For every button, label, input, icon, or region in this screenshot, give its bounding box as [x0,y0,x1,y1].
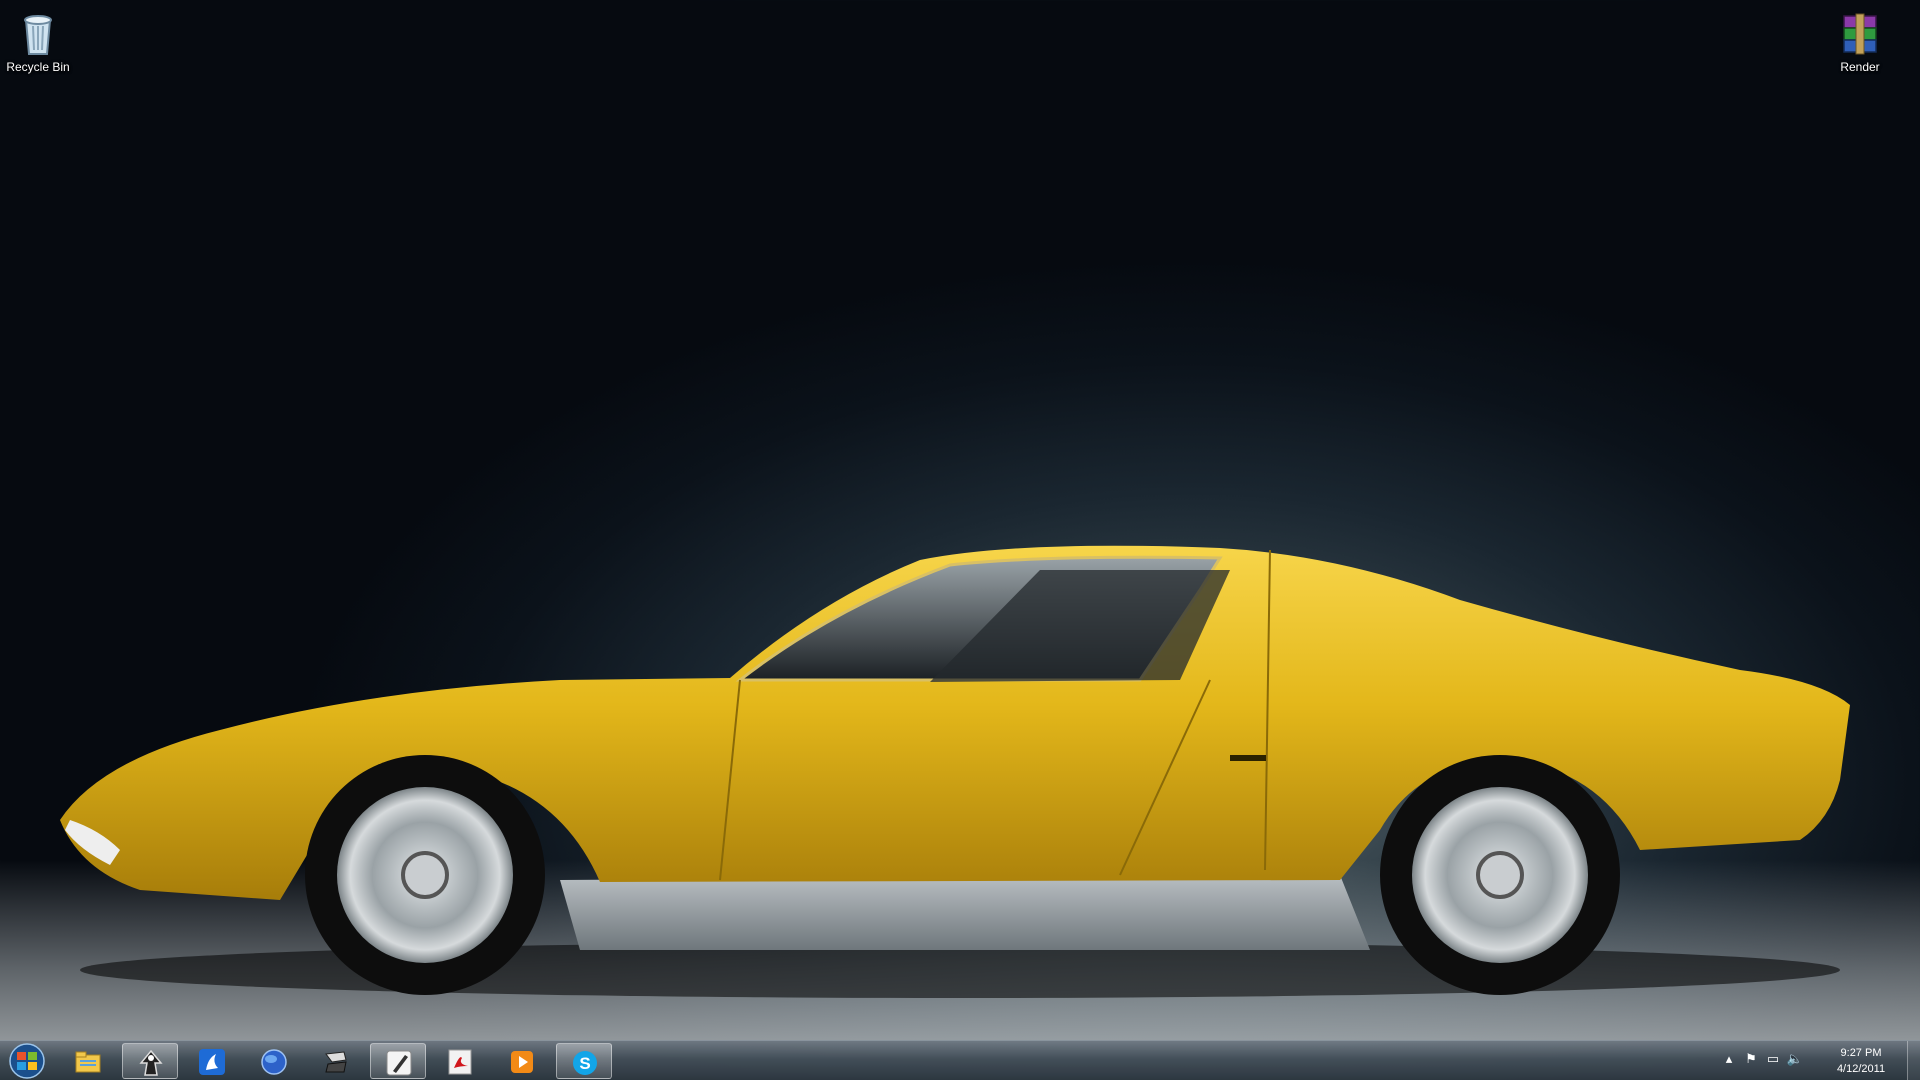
action-center-flag-icon[interactable]: ⚑ [1742,1051,1760,1069]
network-icon[interactable]: ▭ [1764,1051,1782,1069]
inkscape-icon [139,1049,163,1076]
clock-time: 9:27 PM [1840,1047,1882,1059]
taskbar: S ▴ ⚑ ▭ 🔈 9:27 PM 4/12/2011 [0,1040,1920,1080]
start-button[interactable] [4,1042,50,1080]
messenger-icon [199,1049,225,1075]
folder-icon [75,1051,101,1073]
desktop-icon-label: Render [1840,60,1880,74]
taskbar-3d-app[interactable] [308,1043,364,1079]
winrar-archive-icon [1836,10,1884,58]
globe-browser-icon [261,1049,287,1075]
svg-text:S: S [579,1054,590,1073]
volume-icon[interactable]: 🔈 [1786,1051,1804,1069]
taskbar-acrobat[interactable] [432,1043,488,1079]
notification-area: ▴ ⚑ ▭ 🔈 9:27 PM 4/12/2011 [1720,1041,1920,1080]
media-player-icon [511,1051,533,1073]
pen-tool-icon [386,1050,412,1076]
acrobat-icon [448,1049,472,1075]
3d-app-icon [325,1051,347,1073]
show-desktop-button[interactable] [1907,1041,1920,1080]
taskbar-pen-tool[interactable] [370,1043,426,1079]
taskbar-media-player[interactable] [494,1043,550,1079]
desktop-icon-label: Recycle Bin [6,60,70,74]
skype-icon: S [573,1051,597,1075]
wallpaper-car [60,545,1850,998]
taskbar-globe-browser[interactable] [246,1043,302,1079]
clock-date: 4/12/2011 [1836,1063,1886,1075]
show-hidden-icons-arrow[interactable]: ▴ [1720,1051,1738,1069]
recycle-bin-icon [14,10,62,58]
taskbar-windows-explorer[interactable] [60,1043,116,1079]
taskbar-messenger[interactable] [184,1043,240,1079]
desktop[interactable]: Recycle Bin Render [0,0,1920,1040]
taskbar-inkscape[interactable] [122,1043,178,1079]
desktop-icon-recycle-bin[interactable]: Recycle Bin [0,6,76,74]
clock[interactable]: 9:27 PM 4/12/2011 [1826,1045,1896,1077]
windows-start-orb-icon [9,1043,45,1079]
desktop-icon-render[interactable]: Render [1822,6,1898,74]
taskbar-skype[interactable]: S [556,1043,612,1079]
